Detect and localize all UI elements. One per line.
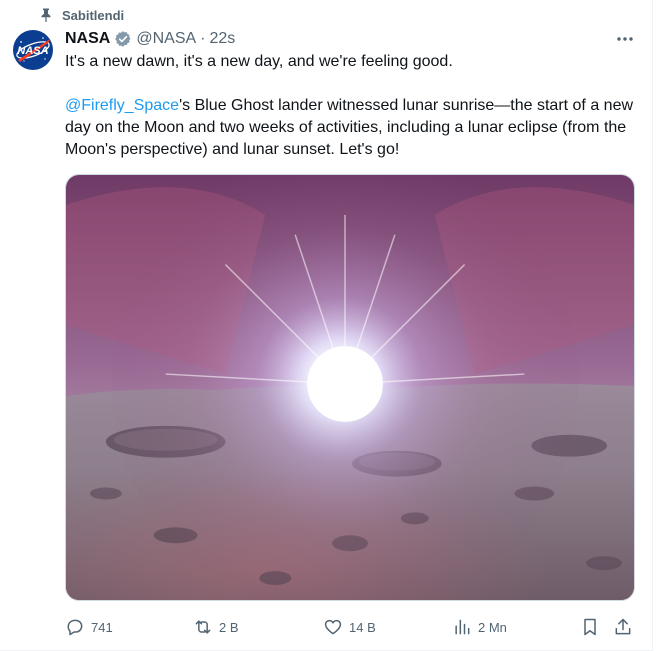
nasa-logo: NASA <box>13 30 53 70</box>
timestamp[interactable]: 22s <box>209 30 235 48</box>
like-count: 14 B <box>349 619 376 635</box>
author-name[interactable]: NASA <box>65 30 110 48</box>
author-handle[interactable]: @NASA <box>136 30 196 48</box>
tweet-card[interactable]: Sabitlendi NASA NASA @NASA · 22s It's a … <box>0 0 653 651</box>
avatar[interactable]: NASA <box>12 29 54 71</box>
view-count: 2 Mn <box>478 619 507 635</box>
like-button[interactable]: 14 B <box>323 614 376 640</box>
nasa-logo-text: NASA <box>17 45 48 57</box>
share-icon <box>615 618 631 635</box>
tweet-line-1: It's a new dawn, it's a new day, and we'… <box>65 53 453 70</box>
repost-count: 2 B <box>219 619 239 635</box>
tweet-header: NASA @NASA · 22s <box>65 28 235 50</box>
pinned-indicator: Sabitlendi <box>38 5 124 25</box>
tweet-line-2: @Firefly_Space's Blue Ghost lander witne… <box>65 95 635 161</box>
pinned-label: Sabitlendi <box>62 7 125 23</box>
pin-icon <box>38 7 54 23</box>
reply-icon <box>67 619 83 636</box>
tweet-image[interactable] <box>65 174 635 601</box>
reply-button[interactable]: 741 <box>65 614 113 640</box>
repost-icon <box>195 620 211 634</box>
mention-link[interactable]: @Firefly_Space <box>65 97 179 114</box>
lunar-sunrise-photo <box>66 175 634 600</box>
verified-badge-icon[interactable] <box>114 30 132 48</box>
share-button[interactable] <box>613 614 633 640</box>
heart-icon <box>324 619 342 635</box>
tweet-text: It's a new dawn, it's a new day, and we'… <box>65 51 635 161</box>
more-options-icon[interactable] <box>612 28 638 50</box>
analytics-icon <box>455 619 470 635</box>
action-bar: 741 2 B 14 B 2 Mn <box>65 614 639 640</box>
bookmark-button[interactable] <box>580 614 600 640</box>
bookmark-icon <box>584 618 596 636</box>
views-button[interactable]: 2 Mn <box>452 614 507 640</box>
reply-count: 741 <box>91 619 113 635</box>
separator-dot: · <box>200 30 206 47</box>
repost-button[interactable]: 2 B <box>193 614 239 640</box>
